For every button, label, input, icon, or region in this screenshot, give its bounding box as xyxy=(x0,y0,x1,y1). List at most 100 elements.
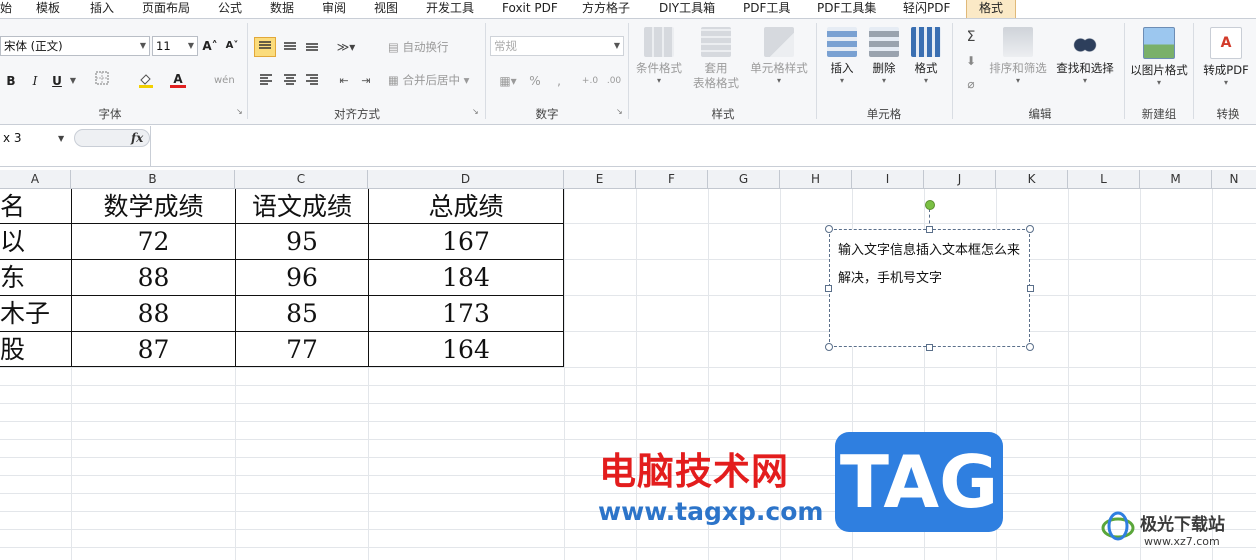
name-box[interactable]: x 3 ▼ xyxy=(0,130,72,147)
table-cell[interactable]: 88 xyxy=(72,260,235,296)
resize-handle-top-right[interactable] xyxy=(1026,225,1034,233)
align-left-icon[interactable] xyxy=(256,71,276,91)
align-top-icon[interactable] xyxy=(254,37,276,57)
picture-format-button[interactable]: 以图片格式 ▾ xyxy=(1129,27,1189,87)
border-icon[interactable] xyxy=(92,71,112,91)
fill-icon[interactable]: ⬇ xyxy=(960,51,982,71)
table-cell[interactable]: 木子 xyxy=(0,296,71,332)
wrap-text-button[interactable]: ▤ 自动换行 xyxy=(388,38,449,56)
column-header-g[interactable]: G xyxy=(708,170,780,188)
column-header-n[interactable]: N xyxy=(1212,170,1256,188)
column-header-j[interactable]: J xyxy=(924,170,996,188)
text-box-content[interactable]: 输入文字信息插入文本框怎么来解决，手机号文字 xyxy=(838,237,1026,293)
comma-button[interactable]: , xyxy=(552,71,566,91)
dialog-launcher-icon[interactable]: ↘ xyxy=(236,108,244,116)
column-header-b[interactable]: B xyxy=(71,170,235,188)
fill-color-icon[interactable] xyxy=(136,71,156,91)
resize-handle-left[interactable] xyxy=(825,285,832,292)
resize-handle-bottom[interactable] xyxy=(926,344,933,351)
tab-light-pdf[interactable]: 轻闪PDF xyxy=(903,0,950,18)
table-cell[interactable]: 72 xyxy=(72,224,235,260)
table-cell[interactable]: 88 xyxy=(72,296,235,332)
table-cell[interactable]: 96 xyxy=(236,260,368,296)
insert-function-button[interactable]: fx xyxy=(131,130,143,146)
convert-pdf-button[interactable]: A 转成PDF ▾ xyxy=(1196,27,1256,87)
align-middle-icon[interactable] xyxy=(280,37,300,57)
bold-button[interactable]: B xyxy=(4,71,18,91)
underline-button[interactable]: U xyxy=(50,71,64,91)
align-center-icon[interactable] xyxy=(280,71,300,91)
conditional-format-button[interactable]: 条件格式 ▾ xyxy=(629,27,689,85)
table-cell[interactable]: 173 xyxy=(369,296,563,332)
column-header-a[interactable]: A xyxy=(0,170,71,188)
table-header-cell[interactable]: 总成绩 xyxy=(369,189,563,225)
align-bottom-icon[interactable] xyxy=(302,37,322,57)
dialog-launcher-icon[interactable]: ↘ xyxy=(472,108,480,116)
tab-foxit-pdf[interactable]: Foxit PDF xyxy=(502,0,558,18)
table-header-cell[interactable]: 名 xyxy=(0,189,71,225)
column-header-i[interactable]: I xyxy=(852,170,924,188)
table-cell[interactable]: 167 xyxy=(369,224,563,260)
shrink-font-button[interactable]: A˅ xyxy=(224,36,240,56)
formula-input[interactable] xyxy=(151,126,1256,166)
format-cells-button[interactable]: 格式 ▾ xyxy=(896,27,956,85)
table-cell[interactable]: 股 xyxy=(0,332,71,368)
chevron-down-icon[interactable]: ▼ xyxy=(68,71,78,91)
indent-increase-icon[interactable]: ⇥ xyxy=(356,71,376,91)
table-cell[interactable]: 以 xyxy=(0,224,71,260)
currency-icon[interactable]: ▦▾ xyxy=(494,71,522,91)
tab-view[interactable]: 视图 xyxy=(374,0,398,18)
resize-handle-bottom-right[interactable] xyxy=(1026,343,1034,351)
number-format-combo[interactable]: 常规 ▼ xyxy=(490,36,624,56)
table-cell[interactable]: 东 xyxy=(0,260,71,296)
tab-format[interactable]: 格式 xyxy=(966,0,1017,18)
clear-icon[interactable]: ⌀ xyxy=(960,74,982,94)
chevron-down-icon[interactable]: ▼ xyxy=(58,130,64,147)
format-as-table-button[interactable]: 套用 表格格式 xyxy=(686,27,746,91)
tab-diy-toolbox[interactable]: DIY工具箱 xyxy=(659,0,715,18)
tab-developer[interactable]: 开发工具 xyxy=(426,0,474,18)
align-right-icon[interactable] xyxy=(302,71,322,91)
tab-review[interactable]: 审阅 xyxy=(322,0,346,18)
table-cell[interactable]: 184 xyxy=(369,260,563,296)
tab-pdf-toolset[interactable]: PDF工具集 xyxy=(817,0,876,18)
phonetic-button[interactable]: wén xyxy=(214,71,235,91)
table-cell[interactable]: 164 xyxy=(369,332,563,368)
resize-handle-top[interactable] xyxy=(926,226,933,233)
find-select-button[interactable]: 查找和选择 ▾ xyxy=(1055,27,1115,85)
column-header-d[interactable]: D xyxy=(368,170,564,188)
column-header-h[interactable]: H xyxy=(780,170,852,188)
grow-font-button[interactable]: A˄ xyxy=(202,36,218,56)
tab-pdf-tools[interactable]: PDF工具 xyxy=(743,0,790,18)
column-header-c[interactable]: C xyxy=(235,170,368,188)
cell-styles-button[interactable]: 单元格样式 ▾ xyxy=(749,27,809,85)
font-size-combo[interactable]: 11 ▼ xyxy=(152,36,198,56)
table-header-cell[interactable]: 数学成绩 xyxy=(72,189,235,225)
font-color-icon[interactable]: A xyxy=(170,69,186,89)
table-cell[interactable]: 87 xyxy=(72,332,235,368)
table-cell[interactable]: 95 xyxy=(236,224,368,260)
increase-decimal-icon[interactable]: +.0 xyxy=(580,71,600,91)
tab-insert[interactable]: 插入 xyxy=(90,0,114,18)
column-header-e[interactable]: E xyxy=(564,170,636,188)
tab-fangfang[interactable]: 方方格子 xyxy=(582,0,630,18)
tab-page-layout[interactable]: 页面布局 xyxy=(142,0,190,18)
tab-template[interactable]: 模板 xyxy=(36,0,60,18)
dialog-launcher-icon[interactable]: ↘ xyxy=(616,108,624,116)
table-header-cell[interactable]: 语文成绩 xyxy=(236,189,368,225)
percent-button[interactable]: % xyxy=(528,71,542,91)
autosum-button[interactable]: Σ xyxy=(960,27,982,47)
table-cell[interactable]: 77 xyxy=(236,332,368,368)
font-name-combo[interactable]: 宋体 (正文) ▼ xyxy=(0,36,150,56)
indent-decrease-icon[interactable]: ⇤ xyxy=(334,71,354,91)
rotate-handle-icon[interactable] xyxy=(925,200,935,210)
italic-button[interactable]: I xyxy=(28,71,42,91)
orientation-icon[interactable]: ≫▾ xyxy=(334,37,358,57)
merge-center-button[interactable]: ▦ 合并后居中 ▾ xyxy=(388,71,469,89)
column-header-f[interactable]: F xyxy=(636,170,708,188)
tab-home[interactable]: 始 xyxy=(0,0,12,18)
resize-handle-bottom-left[interactable] xyxy=(825,343,833,351)
column-header-m[interactable]: M xyxy=(1140,170,1212,188)
resize-handle-top-left[interactable] xyxy=(825,225,833,233)
tab-formulas[interactable]: 公式 xyxy=(218,0,242,18)
